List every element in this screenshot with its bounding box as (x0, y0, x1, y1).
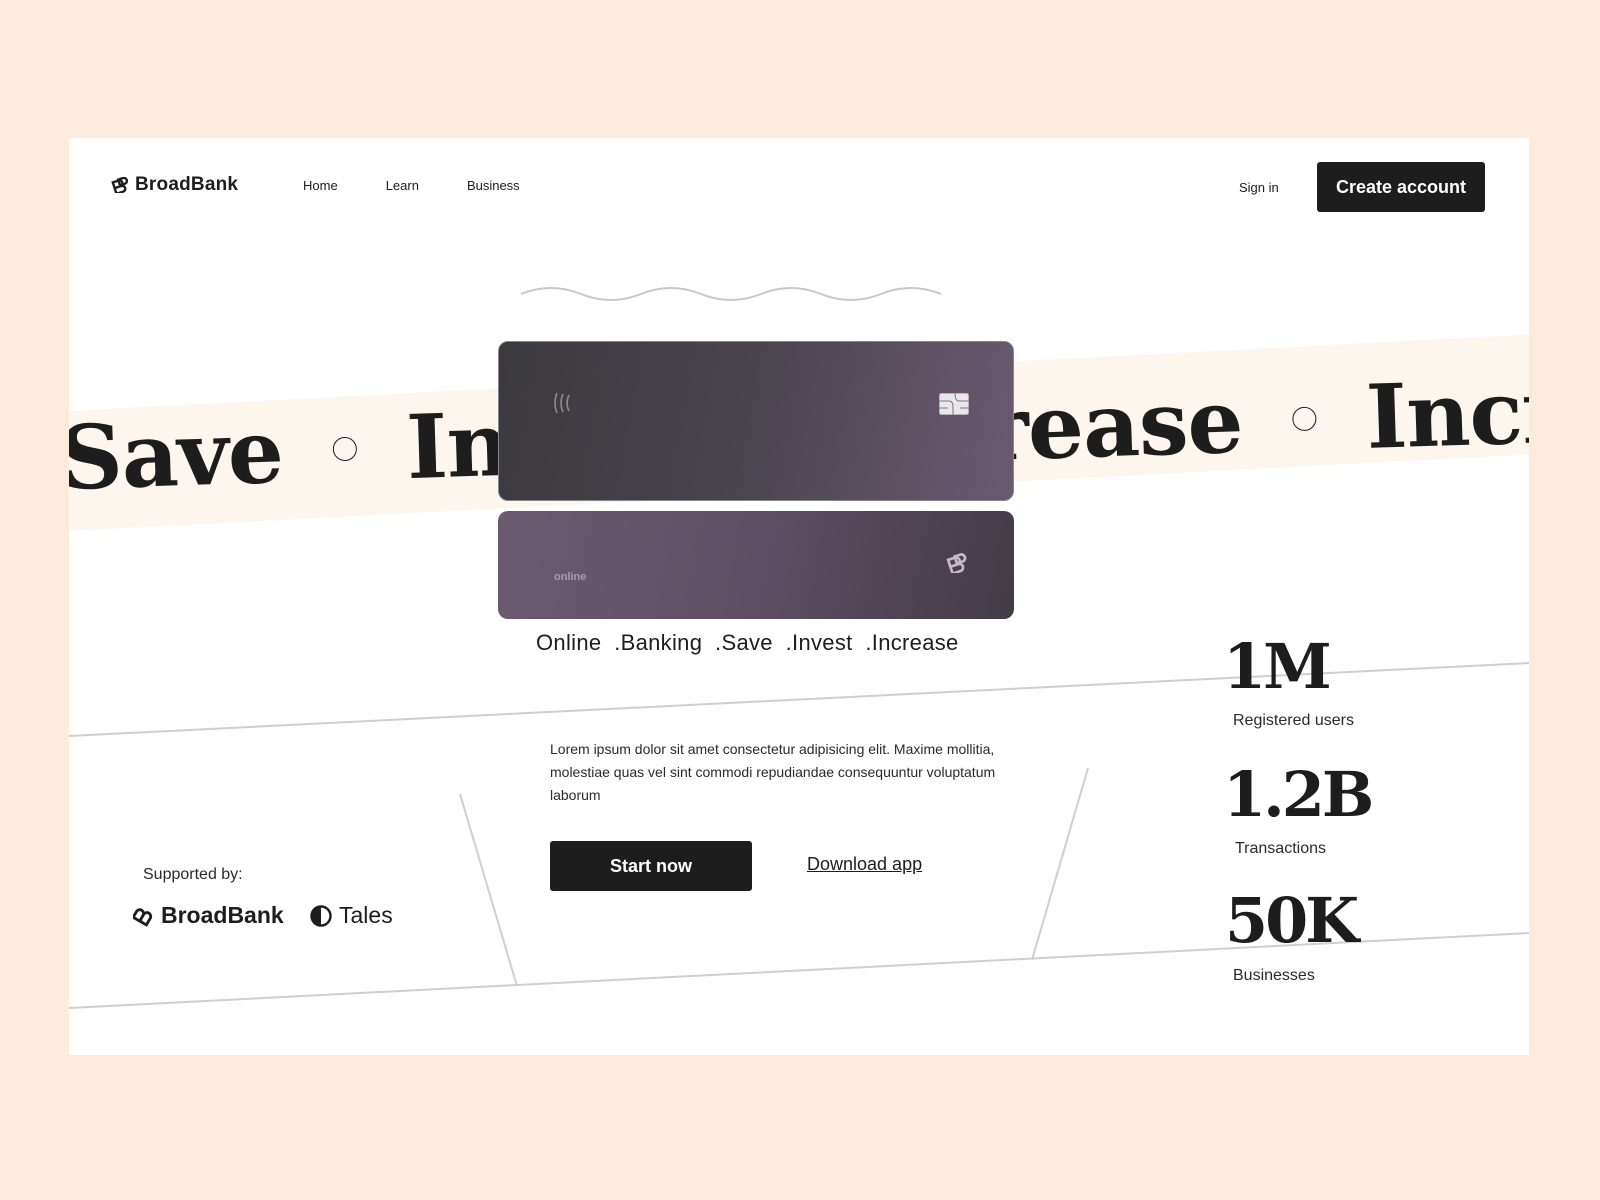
nav-business[interactable]: Business (467, 178, 520, 193)
stat-businesses-value: 50K (1225, 884, 1359, 957)
card-chip-icon (939, 393, 969, 415)
partner-name: Tales (339, 902, 393, 928)
wave-decoration (521, 287, 941, 301)
card-back: online (498, 511, 1014, 619)
landing-frame: Save Invest Increase Increa BroadBank Ho… (69, 138, 1529, 1055)
hero-tagline: Online .Banking .Save .Invest .Increase (536, 630, 959, 655)
nav-learn[interactable]: Learn (386, 178, 419, 193)
main-nav: Home Learn Business (303, 178, 520, 193)
intro-paragraph: Lorem ipsum dolor sit amet consectetur a… (550, 741, 996, 803)
stat-users-label: Registered users (1233, 712, 1354, 729)
broadbank-logo-icon (133, 907, 153, 927)
card-online-label: online (554, 571, 587, 583)
partner-name: BroadBank (161, 902, 284, 928)
partner-broadbank: BroadBank (133, 902, 284, 929)
stat-transactions-value: 1.2B (1223, 758, 1374, 831)
contactless-icon (554, 392, 570, 414)
half-circle-icon (310, 904, 332, 927)
broadbank-logo-icon (111, 177, 129, 193)
stat-transactions-label: Transactions (1235, 840, 1326, 857)
card-front (498, 341, 1014, 501)
stat-users-value: 1M (1223, 630, 1332, 703)
start-now-button[interactable]: Start now (550, 841, 752, 891)
brand-logo[interactable]: BroadBank (111, 174, 238, 196)
create-account-button[interactable]: Create account (1317, 162, 1485, 212)
stat-businesses-label: Businesses (1233, 967, 1315, 984)
broadbank-logo-icon (946, 553, 967, 573)
nav-home[interactable]: Home (303, 178, 338, 193)
brand-name: BroadBank (135, 174, 239, 195)
download-app-link[interactable]: Download app (807, 854, 922, 875)
sign-in-link[interactable]: Sign in (1239, 180, 1279, 195)
partner-tales: Tales (309, 902, 393, 929)
supported-by-label: Supported by: (143, 866, 243, 883)
